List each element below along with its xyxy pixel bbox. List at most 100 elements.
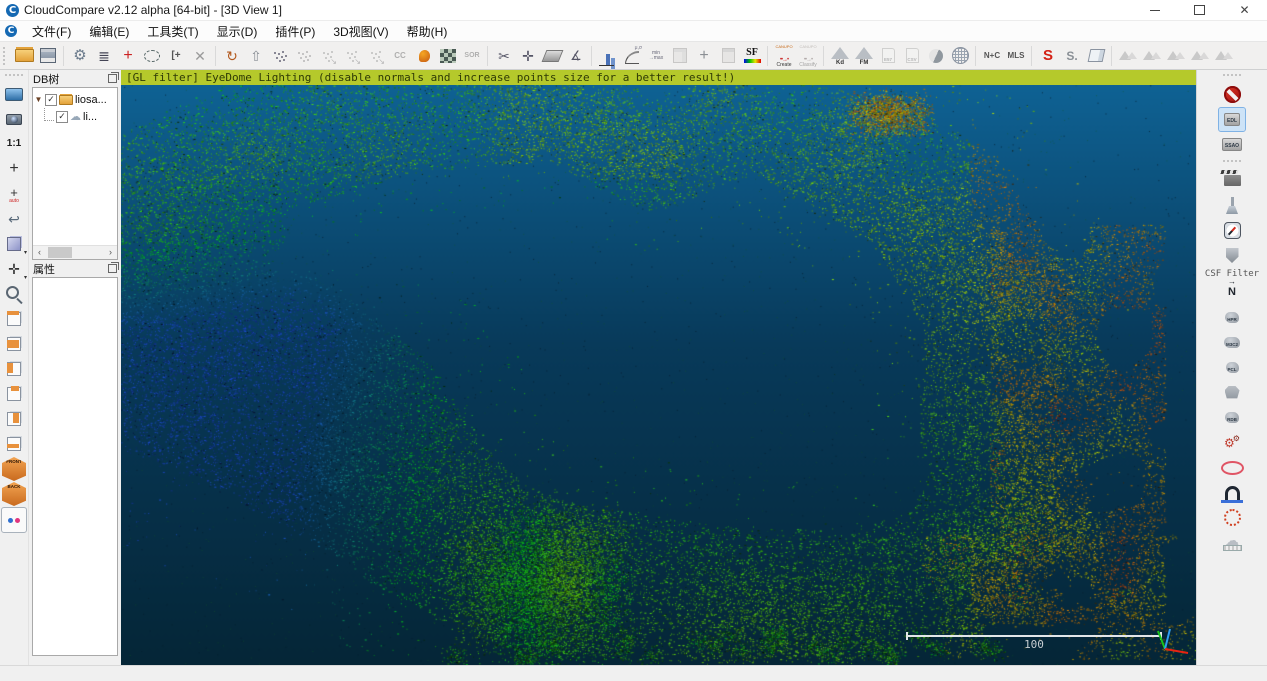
ssao-filter-icon[interactable]: SSAO: [1219, 133, 1245, 156]
pan-mode-icon[interactable]: ✛▾: [2, 257, 26, 281]
save-icon[interactable]: [37, 44, 59, 68]
auto-pick-center-icon[interactable]: +auto: [2, 182, 26, 206]
scroll-thumb[interactable]: [48, 247, 72, 258]
zoom-1-1-icon[interactable]: 1:1: [2, 132, 26, 156]
open-icon[interactable]: [13, 44, 35, 68]
translate-rotate-icon[interactable]: ✛: [517, 44, 539, 68]
sketch-points-icon[interactable]: S.: [1061, 44, 1083, 68]
display-options-icon[interactable]: ⚙: [69, 44, 91, 68]
ransac-plugin-icon[interactable]: [1219, 431, 1245, 454]
scroll-left-icon[interactable]: ‹: [33, 247, 46, 258]
view-right-icon[interactable]: [2, 407, 26, 431]
view-front-icon[interactable]: [2, 332, 26, 356]
e57-file-icon[interactable]: E57: [877, 44, 899, 68]
apply-transformation-icon[interactable]: [+: [165, 44, 187, 68]
scroll-track[interactable]: [46, 246, 104, 259]
terrain-plugin-3-icon[interactable]: [1165, 44, 1187, 68]
menu-item-4[interactable]: 显示(D): [208, 21, 267, 42]
maximize-button[interactable]: [1177, 0, 1222, 20]
merge-icon[interactable]: ⇧: [245, 44, 267, 68]
visibility-checkbox[interactable]: ✓: [45, 94, 57, 106]
sphere-pie-icon[interactable]: [925, 44, 947, 68]
minimize-button[interactable]: [1132, 0, 1177, 20]
view-back-icon[interactable]: [2, 382, 26, 406]
noise-filter-icon[interactable]: [293, 44, 315, 68]
point-cloud-view[interactable]: [121, 85, 1196, 665]
float-panel-icon[interactable]: [108, 74, 117, 83]
menu-item-6[interactable]: 3D视图(V): [324, 21, 397, 42]
menu-item-7[interactable]: 帮助(H): [398, 21, 457, 42]
tree-expander-icon[interactable]: ▼: [34, 95, 43, 104]
sf-gauss-fit-icon[interactable]: [621, 44, 643, 68]
cloud-layers-plugin-icon[interactable]: ☁: [1219, 531, 1245, 554]
page-flip-icon[interactable]: [1085, 44, 1107, 68]
scissors-segment-icon[interactable]: ✂: [493, 44, 515, 68]
remove-gl-filter-icon[interactable]: [1219, 83, 1245, 106]
resample-a-icon[interactable]: [317, 44, 339, 68]
mls-smoothing-icon[interactable]: MLS: [1005, 44, 1027, 68]
sor-filter-icon[interactable]: SOR: [461, 44, 483, 68]
octree-checker-icon[interactable]: [437, 44, 459, 68]
screenshot-camera-icon[interactable]: [2, 107, 26, 131]
view-left-icon[interactable]: [2, 357, 26, 381]
sf-add-constant-icon[interactable]: +: [693, 44, 715, 68]
sf-color-scale-icon[interactable]: SF: [741, 44, 763, 68]
csv-file-icon[interactable]: CSV: [901, 44, 923, 68]
poisson-recon-plugin-icon[interactable]: [1219, 381, 1245, 404]
tree-item-1[interactable]: ▼✓liosa...: [34, 91, 116, 108]
dot-ring-plugin-icon[interactable]: [1219, 506, 1245, 529]
wire-globe-icon[interactable]: [949, 44, 971, 68]
segment-cloud-icon[interactable]: [141, 44, 163, 68]
cross-section-icon[interactable]: [541, 44, 563, 68]
sf-min-max-icon[interactable]: [645, 44, 667, 68]
sf-histogram-icon[interactable]: [597, 44, 619, 68]
scroll-right-icon[interactable]: ›: [104, 247, 117, 258]
sra-profile-icon[interactable]: S: [1037, 44, 1059, 68]
menu-item-5[interactable]: 插件(P): [266, 21, 324, 42]
center-cross-icon[interactable]: +: [2, 157, 26, 181]
terrain-plugin-5-icon[interactable]: [1213, 44, 1235, 68]
view-bottom-icon[interactable]: [2, 432, 26, 456]
visibility-checkbox[interactable]: ✓: [56, 111, 68, 123]
hough-normals-plugin-icon[interactable]: N: [1219, 281, 1245, 304]
compute-cc-icon[interactable]: CC: [389, 44, 411, 68]
color-bucket-icon[interactable]: [413, 44, 435, 68]
resample-b-icon[interactable]: [341, 44, 363, 68]
db-tree-hscrollbar[interactable]: ‹ ›: [33, 245, 117, 259]
facets-plugin-icon[interactable]: [1219, 481, 1245, 504]
animation-plugin-icon[interactable]: [1219, 169, 1245, 192]
canupo-classify-icon[interactable]: CANUPOClassify: [797, 43, 819, 68]
sf-statistics-icon[interactable]: [669, 44, 691, 68]
level-tool-icon[interactable]: ∡: [565, 44, 587, 68]
point-list-picking-icon[interactable]: +: [117, 44, 139, 68]
pick-rotation-center-icon[interactable]: ↩: [2, 207, 26, 231]
close-button[interactable]: ✕: [1222, 0, 1267, 20]
ellipser-plugin-icon[interactable]: [1219, 456, 1245, 479]
menu-item-1[interactable]: 文件(F): [23, 21, 80, 42]
bubble-view-cube-icon[interactable]: ▾: [2, 232, 26, 256]
compass-plugin-icon[interactable]: [1219, 219, 1245, 242]
kd-tree-icon[interactable]: Kd: [829, 44, 851, 68]
view-iso-front-icon[interactable]: FRONT: [2, 457, 26, 481]
delete-icon[interactable]: ✕: [189, 44, 211, 68]
menu-item-2[interactable]: 编辑(E): [80, 21, 138, 42]
global-zoom-icon[interactable]: [2, 282, 26, 306]
rdb-plugin-icon[interactable]: RDB: [1219, 406, 1245, 429]
terrain-plugin-4-icon[interactable]: [1189, 44, 1211, 68]
view-menu-icon[interactable]: C: [5, 25, 17, 37]
terrain-plugin-1-icon[interactable]: [1117, 44, 1139, 68]
subsample-icon[interactable]: [269, 44, 291, 68]
fast-marching-icon[interactable]: FM: [853, 44, 875, 68]
fullscreen-3d-icon[interactable]: [2, 82, 26, 106]
sf-arithmetic-icon[interactable]: [717, 44, 739, 68]
float-panel-icon[interactable]: [108, 264, 117, 273]
clone-icon[interactable]: ↻: [221, 44, 243, 68]
view-top-icon[interactable]: [2, 307, 26, 331]
terrain-plugin-2-icon[interactable]: [1141, 44, 1163, 68]
stereo-points-icon[interactable]: [1, 507, 27, 533]
broom-plugin-icon[interactable]: [1219, 194, 1245, 217]
pcl-plugin-icon[interactable]: PCL: [1219, 356, 1245, 379]
normals-curvature-icon[interactable]: N+C: [981, 44, 1003, 68]
console-list-icon[interactable]: ≣: [93, 44, 115, 68]
canupo-create-icon[interactable]: CANUPOCreate: [773, 43, 795, 68]
